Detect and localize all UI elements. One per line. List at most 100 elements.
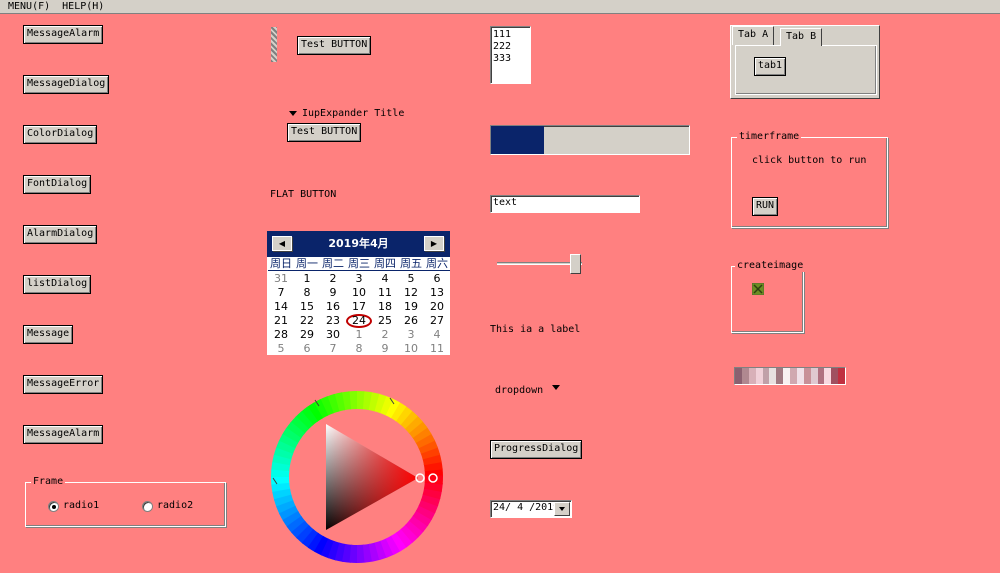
calendar-day[interactable]: 13 <box>424 286 450 300</box>
palette-swatch[interactable] <box>810 368 818 384</box>
calendar-day[interactable]: 30 <box>320 328 346 342</box>
calendar-day[interactable]: 6 <box>424 272 450 286</box>
calendar-day[interactable]: 12 <box>398 286 424 300</box>
date-pick[interactable]: 24/ 4 /2019 <box>490 500 572 518</box>
test-button[interactable]: Test BUTTON <box>297 36 372 55</box>
calendar-day[interactable]: 7 <box>320 342 346 356</box>
palette-swatch[interactable] <box>755 368 763 384</box>
palette-swatch[interactable] <box>769 368 777 384</box>
palette-swatch[interactable] <box>831 368 839 384</box>
calendar-day[interactable]: 4 <box>372 272 398 286</box>
calendar-day[interactable]: 20 <box>424 300 450 314</box>
expander-arrow-icon[interactable] <box>289 111 297 116</box>
calendar-day[interactable]: 3 <box>346 272 372 286</box>
calendar-day[interactable]: 11 <box>424 342 450 356</box>
tabs: tab1 Tab A Tab B <box>730 25 880 99</box>
dropdown[interactable]: dropdown <box>495 385 543 396</box>
message-alarm-button[interactable]: MessageAlarm <box>23 25 104 44</box>
message-error-button[interactable]: MessageError <box>23 375 104 394</box>
font-dialog-button[interactable]: FontDialog <box>23 175 92 194</box>
listbox[interactable]: 111 222 333 <box>490 26 531 84</box>
calendar-day[interactable]: 11 <box>372 286 398 300</box>
calendar-day[interactable]: 2 <box>320 272 346 286</box>
calendar-day[interactable]: 25 <box>372 314 398 328</box>
calendar-day[interactable]: 5 <box>398 272 424 286</box>
color-wheel[interactable] <box>270 390 444 564</box>
calendar-day[interactable]: 1 <box>346 328 372 342</box>
calendar-day[interactable]: 24 <box>346 314 372 328</box>
calendar-day[interactable]: 9 <box>372 342 398 356</box>
list-item[interactable]: 333 <box>493 53 528 65</box>
slider-thumb[interactable] <box>569 254 581 274</box>
split-handle[interactable] <box>271 27 277 62</box>
calendar-day[interactable]: 29 <box>294 328 320 342</box>
message-alarm-button-2[interactable]: MessageAlarm <box>23 425 104 444</box>
calendar-day[interactable]: 23 <box>320 314 346 328</box>
hue-segment[interactable] <box>424 475 443 485</box>
calendar-next-icon[interactable]: ▶ <box>424 236 444 251</box>
calendar-day[interactable]: 28 <box>268 328 294 342</box>
calendar-day[interactable]: 18 <box>372 300 398 314</box>
palette-swatch[interactable] <box>741 368 749 384</box>
radio2-button[interactable] <box>142 501 153 512</box>
menu-help[interactable]: HELP(H) <box>62 1 104 12</box>
list-item[interactable]: 111 <box>493 29 528 41</box>
progress-dialog-button[interactable]: ProgressDialog <box>490 440 583 459</box>
calendar-day[interactable]: 2 <box>372 328 398 342</box>
tab1-button[interactable]: tab1 <box>754 57 787 76</box>
calendar-prev-icon[interactable]: ◀ <box>272 236 292 251</box>
color-palette-bar[interactable] <box>734 367 846 385</box>
calendar-day[interactable]: 14 <box>268 300 294 314</box>
tab-b[interactable]: Tab B <box>780 28 823 46</box>
calendar-day[interactable]: 5 <box>268 342 294 356</box>
calendar-day[interactable]: 15 <box>294 300 320 314</box>
calendar-day[interactable]: 17 <box>346 300 372 314</box>
calendar-day[interactable]: 10 <box>398 342 424 356</box>
color-dialog-button[interactable]: ColorDialog <box>23 125 98 144</box>
dropdown-arrow-icon[interactable] <box>552 385 560 390</box>
date-pick-button[interactable] <box>554 502 570 516</box>
palette-swatch[interactable] <box>762 368 770 384</box>
run-button[interactable]: RUN <box>752 197 779 216</box>
calendar-day[interactable]: 6 <box>294 342 320 356</box>
text-input[interactable]: text <box>490 195 640 213</box>
calendar-weekday: 周四 <box>372 257 398 271</box>
calendar-day[interactable]: 1 <box>294 272 320 286</box>
flat-button[interactable]: FLAT BUTTON <box>270 189 336 200</box>
calendar-day[interactable]: 21 <box>268 314 294 328</box>
palette-swatch[interactable] <box>803 368 811 384</box>
calendar-day[interactable]: 10 <box>346 286 372 300</box>
calendar-day[interactable]: 7 <box>268 286 294 300</box>
calendar-day[interactable]: 22 <box>294 314 320 328</box>
menu-file[interactable]: MENU(F) <box>8 1 50 12</box>
list-item[interactable]: 222 <box>493 41 528 53</box>
calendar-day[interactable]: 31 <box>268 272 294 286</box>
palette-swatch[interactable] <box>776 368 784 384</box>
alarm-dialog-button[interactable]: AlarmDialog <box>23 225 98 244</box>
calendar-day[interactable]: 8 <box>294 286 320 300</box>
calendar-day[interactable]: 8 <box>346 342 372 356</box>
calendar-day[interactable]: 3 <box>398 328 424 342</box>
tab-a[interactable]: Tab A <box>732 26 775 45</box>
palette-swatch[interactable] <box>796 368 804 384</box>
expander-test-button[interactable]: Test BUTTON <box>287 123 362 142</box>
palette-swatch[interactable] <box>824 368 832 384</box>
calendar-title: 2019年4月 <box>328 237 389 250</box>
expander-title[interactable]: IupExpander Title <box>302 108 404 119</box>
palette-swatch[interactable] <box>748 368 756 384</box>
calendar-day[interactable]: 27 <box>424 314 450 328</box>
calendar-day[interactable]: 9 <box>320 286 346 300</box>
calendar-day[interactable]: 4 <box>424 328 450 342</box>
message-dialog-button[interactable]: MessageDialog <box>23 75 110 94</box>
list-dialog-button[interactable]: listDialog <box>23 275 92 294</box>
calendar-day[interactable]: 26 <box>398 314 424 328</box>
palette-swatch[interactable] <box>790 368 797 384</box>
radio1-button[interactable] <box>48 501 59 512</box>
palette-swatch[interactable] <box>817 368 825 384</box>
palette-swatch[interactable] <box>838 368 845 384</box>
message-button[interactable]: Message <box>23 325 74 344</box>
calendar-day[interactable]: 19 <box>398 300 424 314</box>
palette-swatch[interactable] <box>735 368 742 384</box>
palette-swatch[interactable] <box>783 368 790 384</box>
calendar-day[interactable]: 16 <box>320 300 346 314</box>
